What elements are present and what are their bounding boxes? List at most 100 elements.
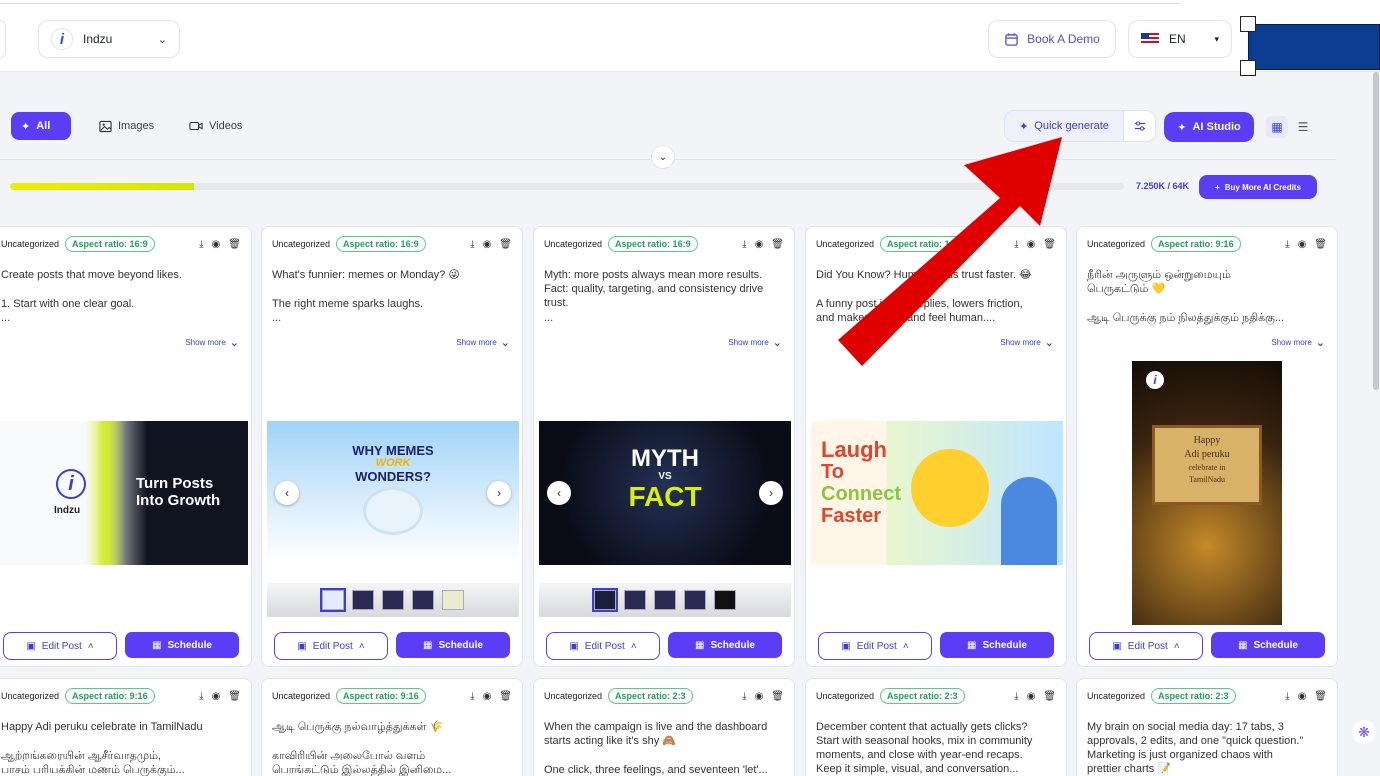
collapsed-sidebar-toggle[interactable] — [0, 20, 6, 58]
eye-icon[interactable]: ◉ — [755, 239, 764, 250]
thumbnail[interactable] — [684, 590, 706, 610]
download-icon[interactable]: ⤓ — [742, 691, 746, 702]
carousel-next-button[interactable]: › — [759, 481, 783, 505]
thumbnail[interactable] — [592, 588, 618, 612]
collapse-toggle[interactable]: ⌄ — [651, 145, 675, 169]
download-icon[interactable]: ⤓ — [1285, 239, 1289, 250]
edit-post-button[interactable]: ▣ Edit Post ˄ — [818, 632, 932, 660]
filter-videos[interactable]: Videos — [179, 112, 252, 140]
trash-icon[interactable]: 🗑 — [1314, 239, 1327, 250]
schedule-button[interactable]: ▦ Schedule — [125, 632, 239, 658]
image-icon: ▣ — [26, 640, 36, 652]
thumbnail[interactable] — [352, 590, 374, 610]
carousel-prev-button[interactable]: ‹ — [275, 481, 299, 505]
carousel-prev-button[interactable]: ‹ — [547, 481, 571, 505]
edit-post-button[interactable]: ▣ Edit Post ˄ — [274, 632, 388, 660]
eye-icon[interactable]: ◉ — [1298, 691, 1307, 702]
trash-icon[interactable]: 🗑 — [228, 691, 241, 702]
trash-icon[interactable]: 🗑 — [1043, 691, 1056, 702]
post-card[interactable]: Uncategorized Aspect ratio: 2:3 ⤓ ◉ 🗑 Dece… — [805, 678, 1067, 776]
show-more-link[interactable]: Show more ⌄ — [456, 336, 510, 349]
quick-generate-button[interactable]: ✦ Quick generate — [1005, 111, 1123, 141]
vertical-scrollbar[interactable] — [1373, 72, 1379, 390]
thumbnail[interactable] — [624, 590, 646, 610]
thumbnail[interactable] — [654, 590, 676, 610]
post-card[interactable]: Uncategorized Aspect ratio: 16:9 ⤓ ◉ 🗑 D… — [805, 226, 1067, 667]
schedule-button[interactable]: ▦ Schedule — [1211, 632, 1325, 658]
download-icon[interactable]: ⤓ — [470, 691, 474, 702]
download-icon[interactable]: ⤓ — [1014, 691, 1018, 702]
post-card[interactable]: Uncategorized Aspect ratio: 2:3 ⤓ ◉ 🗑 My b… — [1076, 678, 1338, 776]
post-card[interactable]: Uncategorized Aspect ratio: 16:9 ⤓ ◉ 🗑 M… — [533, 226, 795, 667]
eye-icon[interactable]: ◉ — [212, 239, 221, 250]
trash-icon[interactable]: 🗑 — [1314, 691, 1327, 702]
card-header: Uncategorized Aspect ratio: 16:9 ⤓ ◉ 🗑 — [544, 236, 784, 252]
download-icon[interactable]: ⤓ — [1285, 691, 1289, 702]
eye-icon[interactable]: ◉ — [755, 691, 764, 702]
eye-icon[interactable]: ◉ — [483, 239, 492, 250]
download-icon[interactable]: ⤓ — [199, 691, 203, 702]
image-brand-text: Indzu — [54, 505, 81, 516]
filter-all[interactable]: ✦ All — [11, 112, 71, 140]
thumbnail[interactable] — [412, 590, 434, 610]
trash-icon[interactable]: 🗑 — [228, 239, 241, 250]
eye-icon[interactable]: ◉ — [1027, 691, 1036, 702]
eye-icon[interactable]: ◉ — [212, 691, 221, 702]
download-icon[interactable]: ⤓ — [470, 239, 474, 250]
chevron-down-icon: ⌄ — [1044, 337, 1054, 349]
post-text-line: ஆடி பெருக்கு நம் நிலத்துக்கும் நதிக்கு..… — [1087, 312, 1285, 324]
post-card[interactable]: Uncategorized Aspect ratio: 16:9 ⤓ ◉ 🗑 W… — [261, 226, 523, 667]
filter-images[interactable]: Images — [89, 112, 164, 140]
resize-handle-top[interactable] — [1240, 16, 1256, 32]
ai-assistant-button[interactable]: ❋ — [1352, 720, 1376, 744]
edit-post-button[interactable]: ▣ Edit Post ˄ — [1089, 632, 1203, 660]
thumbnail[interactable] — [382, 590, 404, 610]
trash-icon[interactable]: 🗑 — [771, 691, 784, 702]
credits-progress-bar — [10, 183, 1124, 190]
download-icon[interactable]: ⤓ — [199, 239, 203, 250]
language-selector[interactable]: EN ▾ — [1128, 20, 1232, 58]
download-icon[interactable]: ⤓ — [742, 239, 746, 250]
show-more-link[interactable]: Show more ⌄ — [728, 336, 782, 349]
grid-view-button[interactable]: ▦ — [1266, 116, 1288, 138]
thumbnail[interactable] — [714, 590, 736, 610]
generate-settings-button[interactable] — [1123, 111, 1155, 141]
post-card[interactable]: Uncategorized Aspect ratio: 16:9 ⤓ ◉ 🗑 C… — [0, 226, 252, 667]
edit-post-button[interactable]: ▣ Edit Post ˄ — [3, 632, 117, 660]
workspace-selector[interactable]: i Indzu ⌄ — [38, 20, 180, 58]
show-more-link[interactable]: Show more ⌄ — [1000, 336, 1054, 349]
category-label: Uncategorized — [1087, 691, 1146, 701]
trash-icon[interactable]: 🗑 — [499, 239, 512, 250]
buy-credits-button[interactable]: + Buy More AI Credits — [1199, 175, 1317, 199]
edit-post-button[interactable]: ▣ Edit Post ˄ — [546, 632, 660, 660]
resize-handle-bottom[interactable] — [1240, 60, 1256, 76]
eye-icon[interactable]: ◉ — [1298, 239, 1307, 250]
schedule-button[interactable]: ▦ Schedule — [940, 632, 1054, 658]
quick-generate-group: ✦ Quick generate — [1004, 110, 1156, 142]
eye-icon[interactable]: ◉ — [483, 691, 492, 702]
post-card[interactable]: Uncategorized Aspect ratio: 9:16 ⤓ ◉ 🗑 Hap… — [0, 678, 252, 776]
download-icon[interactable]: ⤓ — [1014, 239, 1018, 250]
card-header: Uncategorized Aspect ratio: 9:16 ⤓ ◉ 🗑 — [272, 688, 512, 704]
image-headline-2: Adi peruku — [1184, 449, 1230, 460]
quick-generate-label: Quick generate — [1034, 120, 1109, 132]
thumbnail[interactable] — [442, 590, 464, 610]
thumbnail[interactable] — [320, 588, 346, 612]
ai-studio-button[interactable]: ✦ AI Studio — [1164, 112, 1254, 142]
schedule-button[interactable]: ▦ Schedule — [668, 632, 782, 658]
carousel-next-button[interactable]: › — [487, 481, 511, 505]
trash-icon[interactable]: 🗑 — [499, 691, 512, 702]
eye-icon[interactable]: ◉ — [1027, 239, 1036, 250]
post-card[interactable]: Uncategorized Aspect ratio: 9:16 ⤓ ◉ 🗑 ஆடி… — [261, 678, 523, 776]
post-card[interactable]: Uncategorized Aspect ratio: 9:16 ⤓ ◉ 🗑 ந… — [1076, 226, 1338, 667]
list-view-button[interactable]: ☰ — [1292, 116, 1314, 138]
sparkle-icon: ✦ — [1019, 120, 1029, 133]
show-more-link[interactable]: Show more ⌄ — [185, 336, 239, 349]
trash-icon[interactable]: 🗑 — [771, 239, 784, 250]
post-card[interactable]: Uncategorized Aspect ratio: 2:3 ⤓ ◉ 🗑 When… — [533, 678, 795, 776]
schedule-button[interactable]: ▦ Schedule — [396, 632, 510, 658]
chevron-left-icon: ‹ — [557, 486, 561, 500]
trash-icon[interactable]: 🗑 — [1043, 239, 1056, 250]
show-more-link[interactable]: Show more ⌄ — [1271, 336, 1325, 349]
book-demo-button[interactable]: Book A Demo — [988, 20, 1116, 58]
